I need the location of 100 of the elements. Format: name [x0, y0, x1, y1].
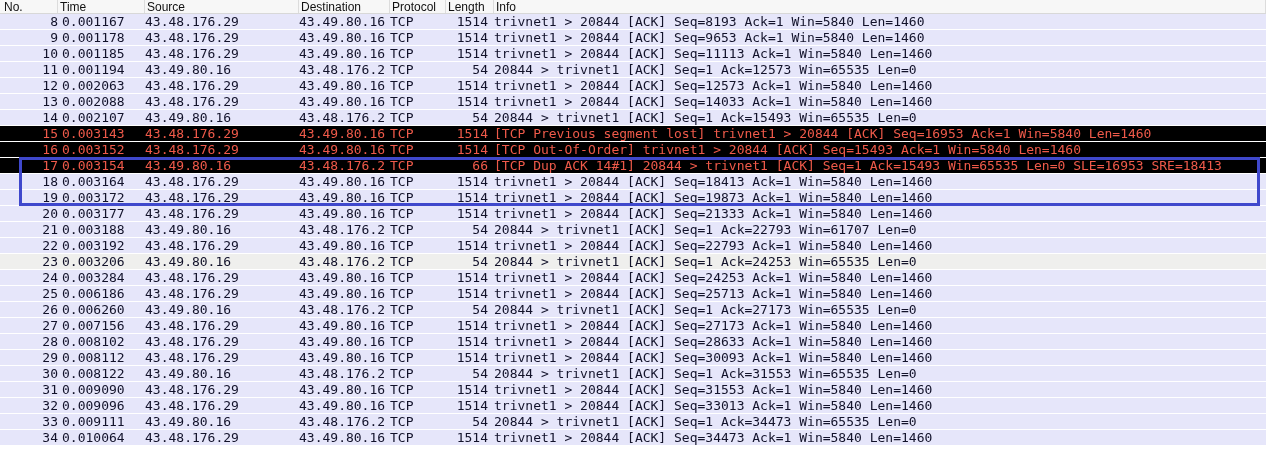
table-cell: 54 — [472, 366, 488, 381]
column-header[interactable]: Time — [58, 0, 145, 13]
table-cell: 43.49.80.16 — [145, 366, 232, 381]
table-cell: TCP — [390, 30, 414, 45]
table-cell: TCP — [390, 318, 414, 333]
table-cell: 43.49.80.16 — [299, 286, 386, 301]
table-cell: trivnet1 > 20844 [ACK] Seq=30093 Ack=1 Win=5840 Len=1460 — [494, 350, 933, 365]
table-cell: TCP — [390, 62, 414, 77]
packet-row[interactable]: 31 0.009090 43.48.176.29 43.49.80.16 TCP 1514 trivnet1 > 20844 [ACK] Seq=31553 Ack=1 Win=5840 Len=1460 — [0, 382, 1266, 398]
table-cell: TCP — [390, 94, 414, 109]
table-cell: 16 — [42, 142, 58, 157]
packet-row[interactable]: 10 0.001185 43.48.176.29 43.49.80.16 TCP 1514 trivnet1 > 20844 [ACK] Seq=11113 Ack=1 Win=5840 Len=1460 — [0, 46, 1266, 62]
column-header[interactable]: Source — [145, 0, 299, 13]
table-cell: 1514 — [456, 190, 488, 205]
table-cell: 17 — [42, 158, 58, 173]
table-cell: TCP — [390, 78, 414, 93]
table-cell: 0.001167 — [62, 14, 125, 29]
table-cell: 1514 — [456, 14, 488, 29]
table-cell: 8 — [50, 14, 58, 29]
table-cell: 25 — [42, 286, 58, 301]
packet-row[interactable]: 22 0.003192 43.48.176.29 43.49.80.16 TCP 1514 trivnet1 > 20844 [ACK] Seq=22793 Ack=1 Win=5840 Len=1460 — [0, 238, 1266, 254]
table-cell: 43.48.176.2 — [299, 254, 386, 269]
table-cell: 43.48.176.29 — [145, 286, 239, 301]
table-cell: TCP — [390, 414, 414, 429]
packet-row[interactable]: 32 0.009096 43.48.176.29 43.49.80.16 TCP 1514 trivnet1 > 20844 [ACK] Seq=33013 Ack=1 Win=5840 Len=1460 — [0, 398, 1266, 414]
table-cell: 0.002063 — [62, 78, 125, 93]
packet-row[interactable]: 11 0.001194 43.49.80.16 43.48.176.2 TCP 54 20844 > trivnet1 [ACK] Seq=1 Ack=12573 Win=65535 Len=0 — [0, 62, 1266, 78]
packet-row[interactable]: 14 0.002107 43.49.80.16 43.48.176.2 TCP 54 20844 > trivnet1 [ACK] Seq=1 Ack=15493 Win=65535 Len=0 — [0, 110, 1266, 126]
table-cell: 1514 — [456, 238, 488, 253]
packet-row[interactable]: 9 0.001178 43.48.176.29 43.49.80.16 TCP 1514 trivnet1 > 20844 [ACK] Seq=9653 Ack=1 Win=5840 Len=1460 — [0, 30, 1266, 46]
packet-row[interactable]: 15 0.003143 43.48.176.29 43.49.80.16 TCP 1514 [TCP Previous segment lost] trivnet1 > 20844 [ACK] Seq=16953 Ack=1 Win=5840 Len=1460 — [0, 126, 1266, 142]
table-cell: 0.009096 — [62, 398, 125, 413]
table-cell: 32 — [42, 398, 58, 413]
table-cell: trivnet1 > 20844 [ACK] Seq=19873 Ack=1 Win=5840 Len=1460 — [494, 190, 933, 205]
column-header[interactable]: Protocol — [390, 0, 446, 13]
table-cell: 43.49.80.16 — [299, 398, 386, 413]
packet-row[interactable]: 28 0.008102 43.48.176.29 43.49.80.16 TCP 1514 trivnet1 > 20844 [ACK] Seq=28633 Ack=1 Win=5840 Len=1460 — [0, 334, 1266, 350]
table-cell: 21 — [42, 222, 58, 237]
column-header[interactable]: No. — [0, 0, 58, 13]
packet-row[interactable]: 24 0.003284 43.48.176.29 43.49.80.16 TCP 1514 trivnet1 > 20844 [ACK] Seq=24253 Ack=1 Win=5840 Len=1460 — [0, 270, 1266, 286]
table-cell: 43.49.80.16 — [145, 302, 232, 317]
table-cell: trivnet1 > 20844 [ACK] Seq=21333 Ack=1 Win=5840 Len=1460 — [494, 206, 933, 221]
packet-row[interactable]: 30 0.008122 43.49.80.16 43.48.176.2 TCP 54 20844 > trivnet1 [ACK] Seq=1 Ack=31553 Win=65535 Len=0 — [0, 366, 1266, 382]
packet-row[interactable]: 12 0.002063 43.48.176.29 43.49.80.16 TCP 1514 trivnet1 > 20844 [ACK] Seq=12573 Ack=1 Win=5840 Len=1460 — [0, 78, 1266, 94]
table-cell: trivnet1 > 20844 [ACK] Seq=34473 Ack=1 Win=5840 Len=1460 — [494, 430, 933, 445]
packet-row[interactable]: 21 0.003188 43.49.80.16 43.48.176.2 TCP 54 20844 > trivnet1 [ACK] Seq=1 Ack=22793 Win=61707 Len=0 — [0, 222, 1266, 238]
table-cell: 43.48.176.29 — [145, 30, 239, 45]
table-cell: 43.48.176.29 — [145, 46, 239, 61]
table-cell: 43.49.80.16 — [299, 430, 386, 445]
table-cell: TCP — [390, 382, 414, 397]
table-cell: 12 — [42, 78, 58, 93]
table-cell: 1514 — [456, 206, 488, 221]
table-cell: 43.48.176.29 — [145, 126, 239, 141]
column-header[interactable]: Info — [494, 0, 1266, 13]
table-cell: 43.48.176.29 — [145, 350, 239, 365]
table-cell: 43.48.176.2 — [299, 302, 386, 317]
packet-row[interactable]: 29 0.008112 43.48.176.29 43.49.80.16 TCP 1514 trivnet1 > 20844 [ACK] Seq=30093 Ack=1 Win=5840 Len=1460 — [0, 350, 1266, 366]
table-cell: 43.48.176.29 — [145, 430, 239, 445]
table-cell: [TCP Out-Of-Order] trivnet1 > 20844 [ACK] Seq=15493 Ack=1 Win=5840 Len=1460 — [494, 142, 1081, 157]
table-cell: trivnet1 > 20844 [ACK] Seq=33013 Ack=1 Win=5840 Len=1460 — [494, 398, 933, 413]
packet-row[interactable]: 8 0.001167 43.48.176.29 43.49.80.16 TCP 1514 trivnet1 > 20844 [ACK] Seq=8193 Ack=1 Win=5840 Len=1460 — [0, 14, 1266, 30]
table-cell: trivnet1 > 20844 [ACK] Seq=9653 Ack=1 Win=5840 Len=1460 — [494, 30, 925, 45]
table-cell: 1514 — [456, 126, 488, 141]
table-cell: 43.49.80.16 — [145, 414, 232, 429]
table-cell: 43.49.80.16 — [145, 62, 232, 77]
column-header[interactable]: Destination — [299, 0, 390, 13]
packet-row[interactable]: 33 0.009111 43.49.80.16 43.48.176.2 TCP 54 20844 > trivnet1 [ACK] Seq=1 Ack=34473 Win=65535 Len=0 — [0, 414, 1266, 430]
packet-row[interactable]: 20 0.003177 43.48.176.29 43.49.80.16 TCP 1514 trivnet1 > 20844 [ACK] Seq=21333 Ack=1 Win=5840 Len=1460 — [0, 206, 1266, 222]
table-cell: 0.008122 — [62, 366, 125, 381]
table-cell: 43.49.80.16 — [299, 46, 386, 61]
table-cell: 43.49.80.16 — [145, 254, 232, 269]
packet-row[interactable]: 25 0.006186 43.48.176.29 43.49.80.16 TCP 1514 trivnet1 > 20844 [ACK] Seq=25713 Ack=1 Win=5840 Len=1460 — [0, 286, 1266, 302]
table-cell: 0.003188 — [62, 222, 125, 237]
table-cell: TCP — [390, 190, 414, 205]
packet-row[interactable]: 16 0.003152 43.48.176.29 43.49.80.16 TCP 1514 [TCP Out-Of-Order] trivnet1 > 20844 [ACK] Seq=15493 Ack=1 Win=5840 Len=1460 — [0, 142, 1266, 158]
table-cell: 43.49.80.16 — [299, 334, 386, 349]
table-cell: 31 — [42, 382, 58, 397]
table-cell: 43.48.176.2 — [299, 222, 386, 237]
packet-row[interactable]: 27 0.007156 43.48.176.29 43.49.80.16 TCP 1514 trivnet1 > 20844 [ACK] Seq=27173 Ack=1 Win=5840 Len=1460 — [0, 318, 1266, 334]
table-cell: 26 — [42, 302, 58, 317]
table-cell: 43.48.176.29 — [145, 14, 239, 29]
packet-row[interactable]: 34 0.010064 43.48.176.29 43.49.80.16 TCP 1514 trivnet1 > 20844 [ACK] Seq=34473 Ack=1 Win=5840 Len=1460 — [0, 430, 1266, 446]
packet-row[interactable]: 13 0.002088 43.48.176.29 43.49.80.16 TCP 1514 trivnet1 > 20844 [ACK] Seq=14033 Ack=1 Win=5840 Len=1460 — [0, 94, 1266, 110]
table-cell: 43.48.176.29 — [145, 382, 239, 397]
table-cell: 0.003192 — [62, 238, 125, 253]
table-cell: 1514 — [456, 382, 488, 397]
table-cell: 43.48.176.29 — [145, 206, 239, 221]
packet-row[interactable]: 26 0.006260 43.49.80.16 43.48.176.2 TCP 54 20844 > trivnet1 [ACK] Seq=1 Ack=27173 Win=65535 Len=0 — [0, 302, 1266, 318]
table-cell: 0.002088 — [62, 94, 125, 109]
packet-row[interactable]: 23 0.003206 43.49.80.16 43.48.176.2 TCP 54 20844 > trivnet1 [ACK] Seq=1 Ack=24253 Win=65535 Len=0 — [0, 254, 1266, 270]
table-cell: 43.49.80.16 — [299, 190, 386, 205]
column-header[interactable]: Length — [446, 0, 494, 13]
table-cell: TCP — [390, 142, 414, 157]
table-cell: [TCP Dup ACK 14#1] 20844 > trivnet1 [ACK] Seq=1 Ack=15493 Win=65535 Len=0 SLE=16953 SRE=18413 — [494, 158, 1222, 173]
table-cell: TCP — [390, 110, 414, 125]
table-cell: 0.003152 — [62, 142, 125, 157]
packet-row[interactable]: 18 0.003164 43.48.176.29 43.49.80.16 TCP 1514 trivnet1 > 20844 [ACK] Seq=18413 Ack=1 Win=5840 Len=1460 — [0, 174, 1266, 190]
table-cell: trivnet1 > 20844 [ACK] Seq=8193 Ack=1 Win=5840 Len=1460 — [494, 14, 925, 29]
table-cell: 43.49.80.16 — [299, 14, 386, 29]
table-cell: 19 — [42, 190, 58, 205]
